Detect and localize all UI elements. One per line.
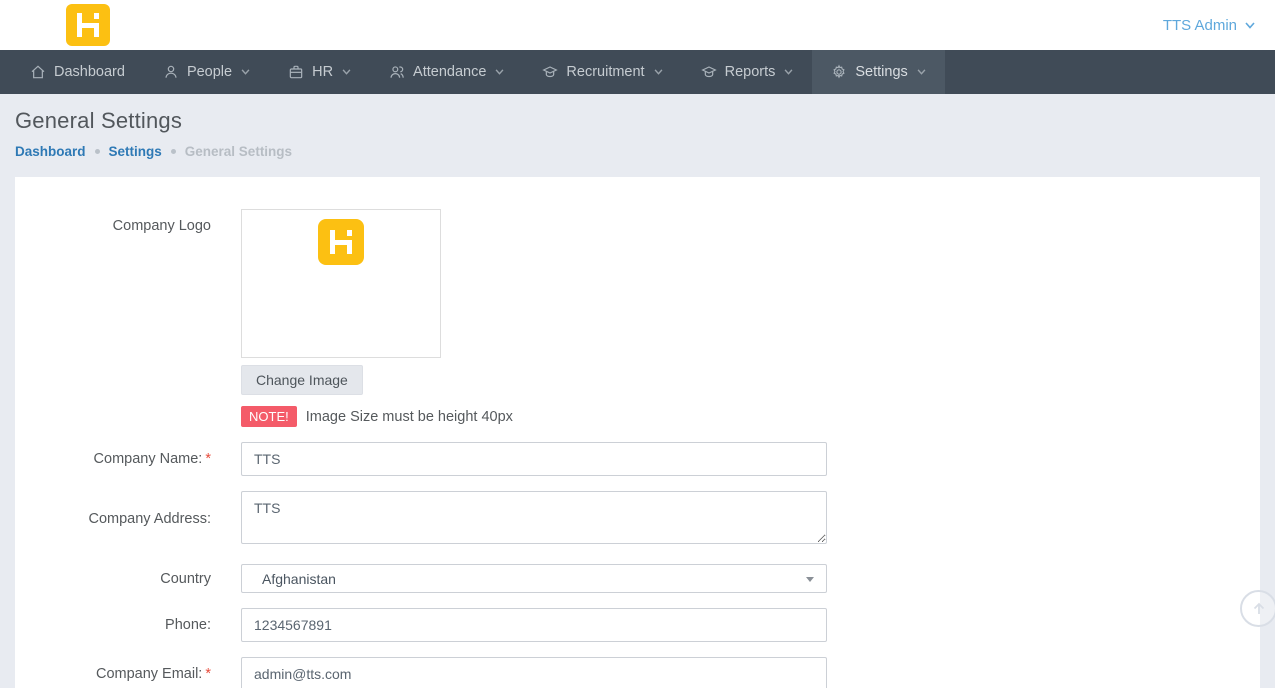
- country-row: Country Afghanistan: [15, 564, 1260, 593]
- page-title: General Settings: [15, 108, 1260, 134]
- arrow-up-icon: [1251, 601, 1267, 617]
- company-name-row: Company Name:*: [15, 442, 1260, 476]
- company-address-label: Company Address:: [88, 511, 211, 527]
- nav-item-reports[interactable]: Reports: [682, 50, 813, 94]
- breadcrumb-dashboard[interactable]: Dashboard: [15, 144, 86, 159]
- company-address-textarea[interactable]: TTS: [241, 491, 827, 544]
- breadcrumb-separator: [171, 149, 176, 154]
- company-logo-row: Company Logo Change Image NOTE! Image Si…: [15, 209, 1260, 427]
- breadcrumb-current: General Settings: [185, 144, 292, 159]
- company-email-label: Company Email:: [96, 666, 202, 682]
- company-email-input[interactable]: [241, 657, 827, 688]
- user-menu-label: TTS Admin: [1163, 17, 1237, 34]
- home-icon: [30, 64, 46, 80]
- nav-label: HR: [312, 64, 333, 80]
- country-label: Country: [160, 571, 211, 587]
- phone-row: Phone:: [15, 608, 1260, 642]
- top-bar: TTS Admin: [0, 0, 1275, 50]
- company-logo-label: Company Logo: [15, 209, 241, 427]
- nav-label: People: [187, 64, 232, 80]
- nav-item-people[interactable]: People: [144, 50, 269, 94]
- chevron-down-icon: [241, 69, 250, 75]
- required-asterisk: *: [205, 666, 211, 682]
- phone-input[interactable]: [241, 608, 827, 642]
- nav-label: Reports: [725, 64, 776, 80]
- nav-item-dashboard[interactable]: Dashboard: [11, 50, 144, 94]
- nav-label: Recruitment: [566, 64, 644, 80]
- nav-item-settings[interactable]: Settings: [812, 50, 944, 94]
- company-logo-image: [318, 219, 364, 265]
- person-icon: [163, 64, 179, 80]
- chevron-down-icon: [654, 69, 663, 75]
- logo-h-glyph: [77, 13, 99, 37]
- image-size-note: NOTE! Image Size must be height 40px: [241, 406, 827, 427]
- graduation-cap-icon: [542, 64, 558, 80]
- required-asterisk: *: [205, 451, 211, 467]
- breadcrumb-settings[interactable]: Settings: [109, 144, 162, 159]
- user-menu[interactable]: TTS Admin: [1163, 17, 1255, 34]
- briefcase-icon: [288, 64, 304, 80]
- general-settings-form: Company Logo Change Image NOTE! Image Si…: [15, 177, 1260, 688]
- company-email-row: Company Email:*: [15, 657, 1260, 688]
- main-nav: Dashboard People HR Attendance Recruitme…: [0, 50, 1275, 94]
- note-text: Image Size must be height 40px: [306, 409, 513, 425]
- company-address-row: Company Address: TTS: [15, 491, 1260, 547]
- gear-icon: [831, 64, 847, 80]
- chevron-down-icon: [495, 69, 504, 75]
- company-name-input[interactable]: [241, 442, 827, 476]
- company-logo-preview: [241, 209, 441, 358]
- company-name-label: Company Name:: [94, 451, 203, 467]
- phone-label: Phone:: [165, 617, 211, 633]
- company-logo[interactable]: [66, 4, 110, 46]
- breadcrumb-separator: [95, 149, 100, 154]
- chevron-down-icon: [342, 69, 351, 75]
- select-caret-icon: [806, 577, 814, 582]
- nav-item-attendance[interactable]: Attendance: [370, 50, 523, 94]
- country-selected-value: Afghanistan: [262, 571, 336, 587]
- nav-item-hr[interactable]: HR: [269, 50, 370, 94]
- people-icon: [389, 64, 405, 80]
- country-select[interactable]: Afghanistan: [241, 564, 827, 593]
- nav-item-recruitment[interactable]: Recruitment: [523, 50, 681, 94]
- chevron-down-icon: [784, 69, 793, 75]
- chevron-down-icon: [1245, 22, 1255, 29]
- nav-label: Attendance: [413, 64, 486, 80]
- note-badge: NOTE!: [241, 406, 297, 427]
- scroll-to-top-button[interactable]: [1240, 590, 1275, 627]
- graduation-cap-icon: [701, 64, 717, 80]
- nav-label: Settings: [855, 64, 907, 80]
- logo-h-glyph: [330, 230, 352, 254]
- breadcrumb: Dashboard Settings General Settings: [15, 144, 1260, 159]
- nav-label: Dashboard: [54, 64, 125, 80]
- chevron-down-icon: [917, 69, 926, 75]
- change-image-button[interactable]: Change Image: [241, 365, 363, 395]
